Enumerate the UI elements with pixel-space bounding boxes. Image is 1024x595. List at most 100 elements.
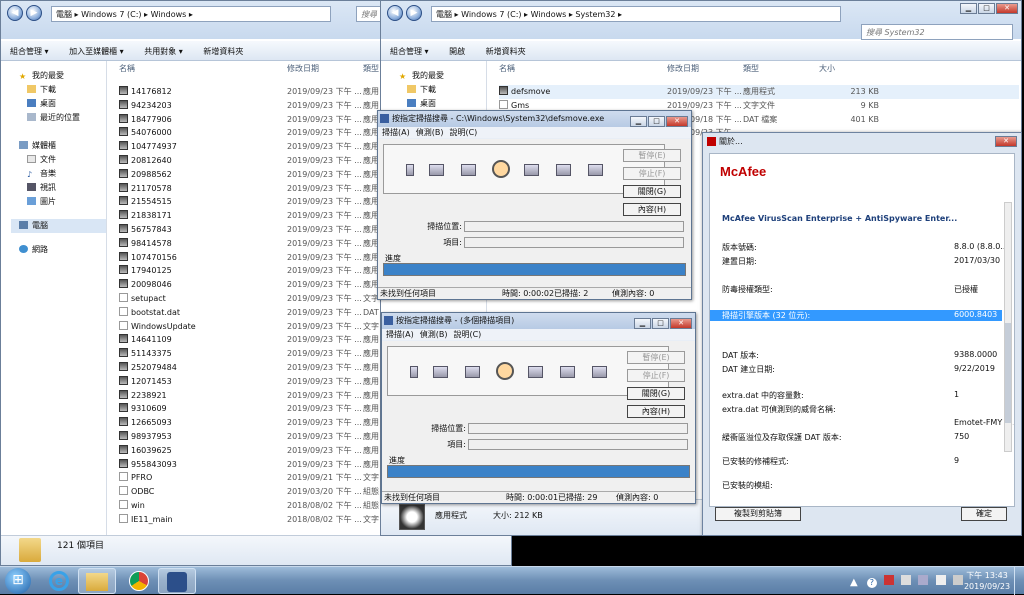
folder-icon — [560, 366, 575, 378]
close-button[interactable]: 關閉(G) — [627, 387, 685, 400]
forward-button[interactable]: ▶ — [26, 5, 42, 21]
dialog-title: 關於... — [719, 137, 743, 146]
nav-desktop[interactable]: 桌面 — [19, 97, 106, 111]
column-name[interactable]: 名稱 — [119, 63, 135, 77]
column-date[interactable]: 修改日期 — [667, 63, 699, 77]
breadcrumb[interactable]: 電腦 ▸ Windows 7 (C:) ▸ Windows ▸ System32… — [431, 6, 841, 22]
start-button[interactable]: ⊞ — [5, 568, 31, 594]
help-icon[interactable]: ? — [866, 578, 877, 588]
scrollbar-thumb[interactable] — [1005, 323, 1011, 423]
info-value: 9/22/2019 — [954, 364, 996, 373]
flag-icon[interactable] — [901, 575, 912, 585]
file-date: 2019/09/23 下午 ... — [287, 169, 362, 179]
menu-scan[interactable]: 掃描(A) — [382, 128, 410, 137]
breadcrumb[interactable]: 電腦 ▸ Windows 7 (C:) ▸ Windows ▸ — [51, 6, 331, 22]
back-button[interactable]: ◀ — [7, 5, 23, 21]
new-folder-button[interactable]: 新增資料夾 — [194, 41, 252, 62]
file-name: win — [131, 501, 145, 510]
nav-videos[interactable]: 視訊 — [19, 181, 106, 195]
organize-button[interactable]: 組合管理 ▾ — [381, 41, 438, 62]
open-button[interactable]: 開啟 — [440, 41, 474, 62]
nav-pictures[interactable]: 圖片 — [19, 195, 106, 209]
menu-help[interactable]: 說明(C) — [449, 128, 477, 137]
network-icon[interactable] — [918, 575, 929, 585]
folder-icon — [433, 366, 448, 378]
dialog-titlebar[interactable]: 按指定掃描搜尋 - (多個掃描項目) ▁ □ ✕ — [382, 313, 695, 329]
clock[interactable]: 下午 13:43 2019/09/23 — [962, 570, 1012, 592]
stop-button[interactable]: 停止(F) — [627, 369, 685, 382]
column-type[interactable]: 類型 — [363, 63, 379, 77]
content-button[interactable]: 內容(H) — [623, 203, 681, 216]
column-name[interactable]: 名稱 — [499, 63, 515, 77]
file-name: WindowsUpdate — [131, 321, 196, 331]
menu-detect[interactable]: 偵測(B) — [416, 128, 444, 137]
show-desktop-button[interactable] — [1014, 567, 1024, 595]
menu-detect[interactable]: 偵測(B) — [420, 330, 448, 339]
menu-help[interactable]: 說明(C) — [453, 330, 481, 339]
file-name: 12665093 — [131, 418, 172, 428]
maximize-button[interactable]: □ — [652, 318, 669, 329]
scrollbar[interactable] — [1004, 202, 1012, 452]
search-input[interactable]: 搜尋 System32 — [861, 24, 1013, 40]
content-button[interactable]: 內容(H) — [627, 405, 685, 418]
organize-button[interactable]: 組合管理 ▾ — [1, 41, 58, 62]
column-type[interactable]: 類型 — [743, 63, 759, 77]
pause-button[interactable]: 暫停(E) — [623, 149, 681, 162]
file-row[interactable]: defsmove 2019/09/23 下午 ... 應用程式 213 KB — [499, 85, 1019, 99]
nav-downloads[interactable]: 下載 — [399, 83, 486, 97]
nav-music[interactable]: ♪ 音樂 — [19, 167, 106, 181]
add-to-library-button[interactable]: 加入至媒體櫃 ▾ — [60, 41, 133, 62]
tray-arrow-icon[interactable]: ▲ — [850, 577, 858, 588]
taskbar-mcafee[interactable] — [158, 568, 196, 594]
close-button[interactable]: ✕ — [996, 3, 1018, 14]
taskbar-explorer[interactable] — [78, 568, 116, 594]
new-folder-button[interactable]: 新增資料夾 — [477, 41, 535, 62]
file-type: 應用 — [363, 459, 379, 469]
file-name: 14641109 — [131, 335, 172, 345]
maximize-button[interactable]: □ — [648, 116, 665, 127]
security-icon[interactable] — [884, 575, 895, 585]
taskbar-chrome[interactable] — [120, 568, 158, 594]
nav-recent[interactable]: 最近的位置 — [19, 111, 106, 125]
volume-icon[interactable] — [935, 575, 946, 585]
stop-button[interactable]: 停止(F) — [623, 167, 681, 180]
dialog-titlebar[interactable]: 按指定掃描搜尋 - C:\Windows\System32\defsmove.e… — [378, 111, 691, 127]
column-date[interactable]: 修改日期 — [287, 63, 319, 77]
close-button[interactable]: ✕ — [995, 136, 1017, 147]
taskbar-ie[interactable]: e — [40, 568, 78, 594]
file-name: 20098046 — [131, 280, 172, 290]
close-button[interactable]: ✕ — [666, 116, 688, 127]
maximize-button[interactable]: □ — [978, 3, 995, 14]
close-button[interactable]: 關閉(G) — [623, 185, 681, 198]
share-with-button[interactable]: 共用對象 ▾ — [135, 41, 192, 62]
back-button[interactable]: ◀ — [387, 5, 403, 21]
copy-clipboard-button[interactable]: 複製到剪貼簿 — [715, 507, 801, 521]
nav-downloads[interactable]: 下載 — [19, 83, 106, 97]
menu-scan[interactable]: 掃描(A) — [386, 330, 414, 339]
file-name: 54076000 — [131, 128, 172, 138]
minimize-button[interactable]: ▁ — [634, 318, 651, 329]
nav-libraries[interactable]: 媒體櫃 — [19, 139, 106, 153]
nav-documents[interactable]: 文件 — [19, 153, 106, 167]
pause-button[interactable]: 暫停(E) — [627, 351, 685, 364]
clock-time: 下午 13:43 — [966, 571, 1008, 580]
nav-favorites[interactable]: ★ 我的最愛 — [399, 69, 486, 83]
info-row: 版本號碼: 8.8.0 (8.8.0... — [722, 242, 1008, 253]
column-size[interactable]: 大小 — [819, 63, 835, 77]
nav-desktop[interactable]: 桌面 — [399, 97, 486, 111]
close-button[interactable]: ✕ — [670, 318, 692, 329]
file-type: 應用 — [363, 349, 379, 359]
minimize-button[interactable]: ▁ — [630, 116, 647, 127]
status-detected: 偵測內容: 0 — [616, 493, 659, 502]
file-icon — [499, 86, 508, 95]
magnifier-icon — [496, 362, 514, 380]
nav-computer[interactable]: 電腦 — [11, 219, 106, 233]
nav-favorites[interactable]: ★ 我的最愛 — [19, 69, 106, 83]
minimize-button[interactable]: ▁ — [960, 3, 977, 14]
dialog-titlebar[interactable]: 關於... ✕ — [703, 133, 1021, 151]
ok-button[interactable]: 確定 — [961, 507, 1007, 521]
forward-button[interactable]: ▶ — [406, 5, 422, 21]
nav-network[interactable]: 網路 — [19, 243, 106, 257]
details-size: 大小: 212 KB — [493, 511, 543, 520]
folder-icon — [461, 164, 476, 176]
